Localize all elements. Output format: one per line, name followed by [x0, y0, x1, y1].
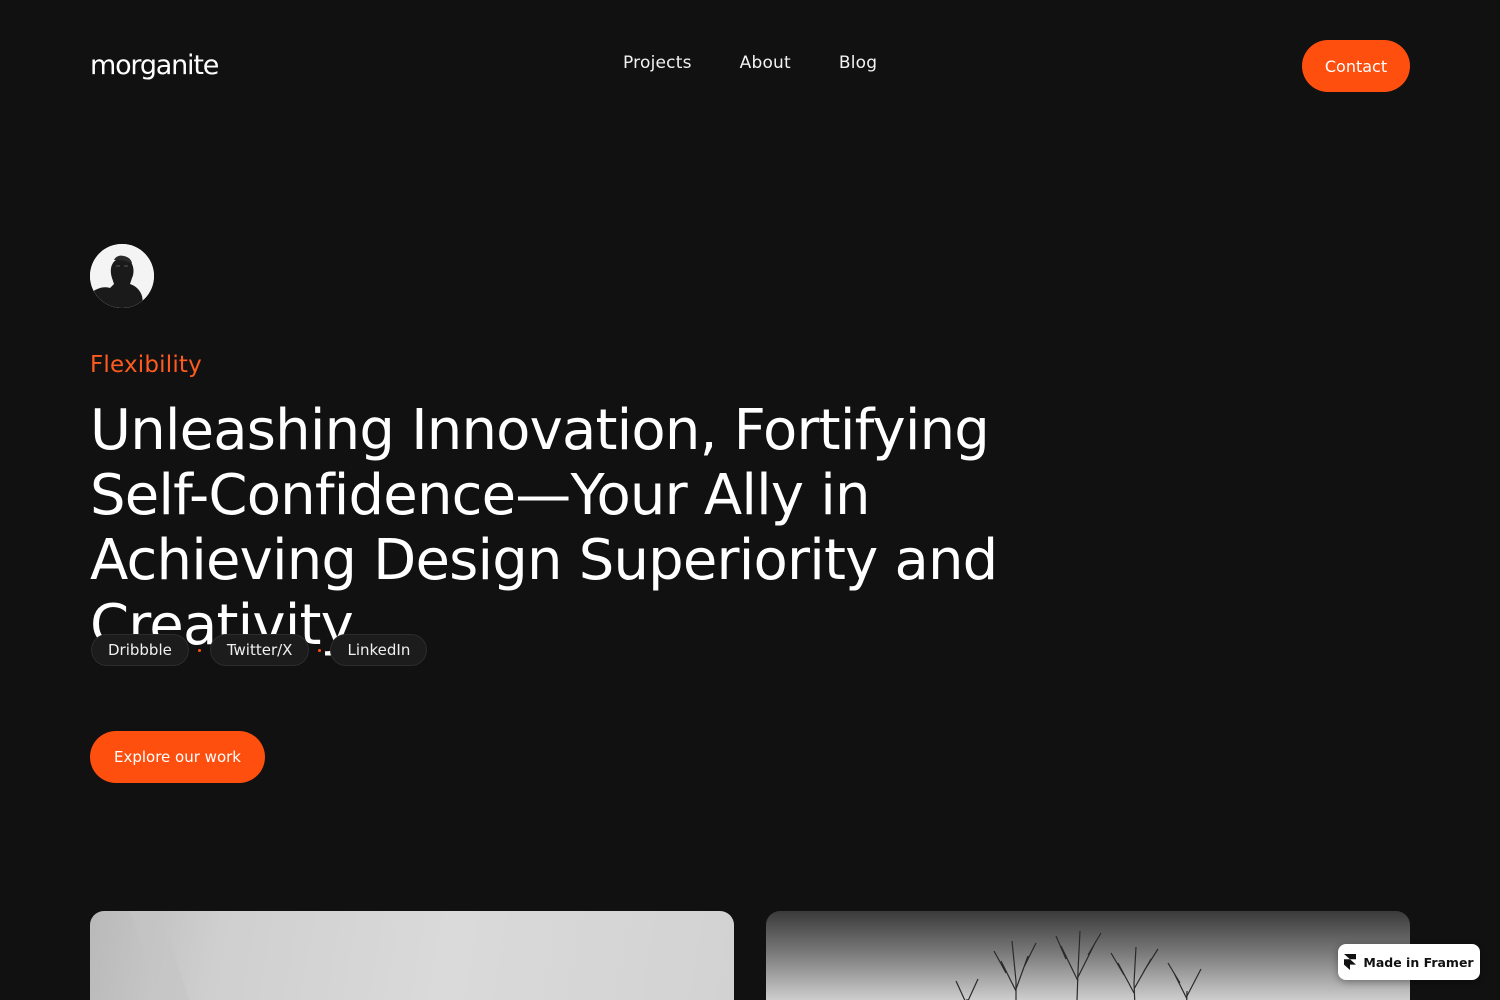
badge-label: Made in Framer — [1363, 954, 1474, 970]
social-linkedin[interactable]: LinkedIn — [330, 634, 428, 666]
social-links: Dribbble Twitter/X LinkedIn — [91, 634, 428, 666]
framer-logo-icon — [1344, 954, 1357, 970]
logo[interactable]: morganite — [90, 50, 219, 81]
main-nav: Projects About Blog — [623, 53, 877, 73]
portrait-image — [90, 244, 154, 308]
avatar — [90, 244, 154, 308]
social-dribbble[interactable]: Dribbble — [91, 634, 189, 666]
nav-about[interactable]: About — [740, 53, 791, 73]
page: morganite Projects About Blog Contact Fl… — [0, 0, 1500, 1000]
project-image — [955, 930, 1202, 1000]
hero-headline: Unleashing Innovation, Fortifying Self-C… — [90, 398, 998, 658]
nav-projects[interactable]: Projects — [623, 53, 692, 73]
contact-button[interactable]: Contact — [1302, 40, 1410, 92]
nav-blog[interactable]: Blog — [839, 53, 877, 73]
explore-work-button[interactable]: Explore our work — [90, 731, 265, 783]
separator-dot — [318, 648, 322, 652]
project-card[interactable] — [766, 911, 1410, 1000]
made-in-framer-badge[interactable]: Made in Framer — [1338, 944, 1480, 980]
project-image — [130, 911, 190, 1000]
separator-dot — [197, 648, 201, 652]
social-twitter[interactable]: Twitter/X — [209, 634, 310, 666]
hero-eyebrow: Flexibility — [90, 352, 202, 378]
project-card[interactable] — [90, 911, 734, 1000]
